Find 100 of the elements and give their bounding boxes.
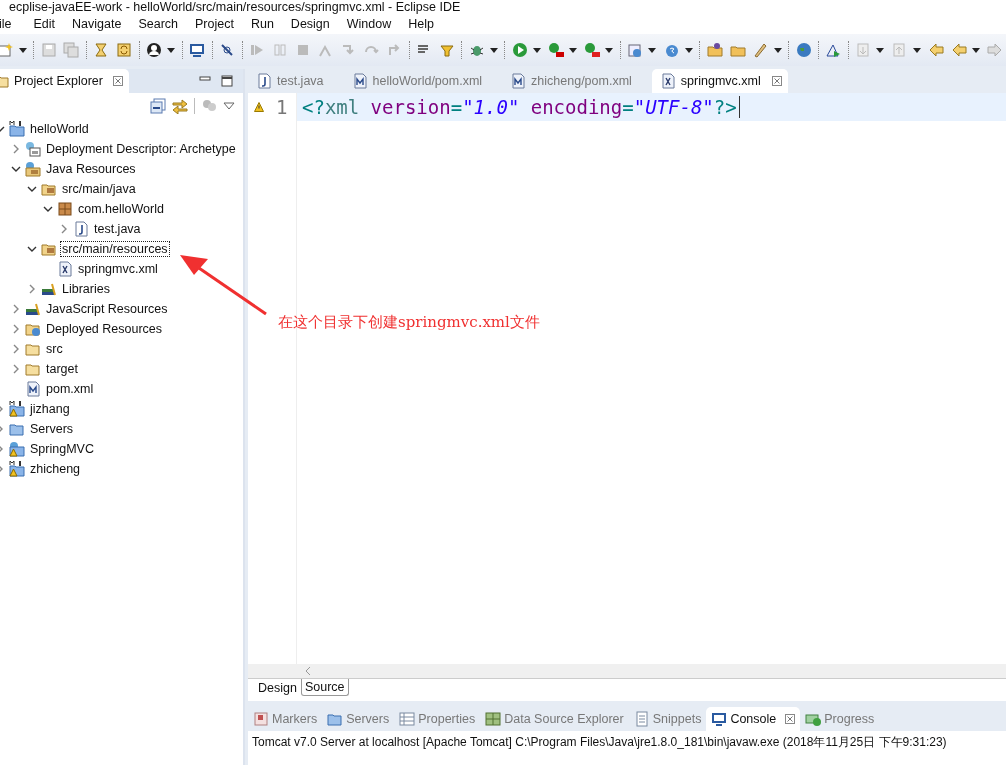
caret-icon[interactable] xyxy=(605,47,614,53)
editor-tab[interactable]: test.java xyxy=(248,69,344,93)
caret-icon[interactable] xyxy=(648,47,657,53)
collapsed-chevron-icon[interactable] xyxy=(11,144,21,154)
maximize-icon[interactable] xyxy=(221,75,233,87)
menu-item[interactable]: Navigate xyxy=(72,17,130,31)
expanded-chevron-icon[interactable] xyxy=(27,184,37,194)
java-file-icon xyxy=(73,221,89,237)
menu-item[interactable]: Project xyxy=(195,17,242,31)
tree-item[interactable]: Servers xyxy=(28,421,76,437)
menu-item[interactable]: Design xyxy=(290,17,338,31)
run-tool-icon[interactable] xyxy=(584,42,601,58)
tree-item[interactable]: src/main/resources xyxy=(60,241,170,257)
view-menu-icon[interactable] xyxy=(223,102,235,110)
tree-item[interactable]: Deployed Resources xyxy=(44,321,165,337)
tree-item[interactable]: Deployment Descriptor: Archetype xyxy=(44,141,238,157)
tree-item[interactable]: target xyxy=(44,361,80,377)
close-icon[interactable] xyxy=(771,76,782,86)
menu-item[interactable]: ile xyxy=(0,17,20,31)
collapsed-chevron-icon[interactable] xyxy=(11,344,21,354)
mode-tab[interactable]: Design xyxy=(254,679,301,697)
markers-icon xyxy=(253,711,269,727)
descriptor-icon xyxy=(25,141,41,157)
maven-file-icon xyxy=(25,381,41,397)
expanded-chevron-icon[interactable] xyxy=(11,164,21,174)
tree-item[interactable]: helloWorld xyxy=(28,121,91,137)
filter-icon[interactable] xyxy=(438,42,455,58)
tree-item[interactable]: src xyxy=(44,341,65,357)
menu-item[interactable]: Edit xyxy=(33,17,64,31)
globe-icon[interactable] xyxy=(795,42,812,58)
caret-icon[interactable] xyxy=(18,47,27,53)
scroll-left-icon[interactable] xyxy=(304,666,312,676)
tree-item[interactable]: Libraries xyxy=(60,281,112,297)
view-tab[interactable]: Data Source Explorer xyxy=(480,707,629,731)
servers-folder-icon xyxy=(9,421,25,437)
close-icon[interactable] xyxy=(785,714,796,724)
caret-icon[interactable] xyxy=(773,47,782,53)
view-tab[interactable]: Properties xyxy=(394,707,481,731)
run-icon[interactable] xyxy=(511,42,528,58)
view-tab[interactable]: Project Explorer xyxy=(0,69,129,93)
person-icon[interactable] xyxy=(146,42,163,58)
caret-icon[interactable] xyxy=(569,47,578,53)
tree-item[interactable]: SpringMVC xyxy=(28,441,96,457)
collapse-all-icon[interactable] xyxy=(150,98,166,114)
link-icon[interactable] xyxy=(172,98,188,114)
collapsed-chevron-icon[interactable] xyxy=(11,304,21,314)
close-icon[interactable] xyxy=(112,76,123,86)
view-tab[interactable]: Markers xyxy=(248,707,323,731)
caret-icon[interactable] xyxy=(684,47,693,53)
console-icon xyxy=(711,711,728,727)
package-folder-icon xyxy=(41,181,57,197)
monitor-icon[interactable] xyxy=(189,42,206,58)
caret-icon[interactable] xyxy=(532,47,541,53)
collapsed-chevron-icon[interactable] xyxy=(27,284,37,294)
tree-item[interactable]: jizhang xyxy=(28,401,72,417)
database-icon xyxy=(485,711,502,727)
tree-item[interactable]: pom.xml xyxy=(44,381,96,397)
resources-folder-icon xyxy=(25,161,41,177)
forward-icon[interactable] xyxy=(986,42,1003,58)
mode-tab[interactable]: Source xyxy=(300,679,349,696)
tree-item[interactable]: zhicheng xyxy=(28,461,83,477)
snippets-icon xyxy=(633,711,650,727)
editor-tab[interactable]: helloWorld/pom.xml xyxy=(343,69,503,93)
view-tab[interactable]: Servers xyxy=(322,707,395,731)
menu-item[interactable]: Search xyxy=(138,17,186,31)
open-folder-icon[interactable] xyxy=(706,42,723,58)
caret-icon[interactable] xyxy=(876,47,885,53)
caret-icon[interactable] xyxy=(971,47,980,53)
expanded-chevron-icon[interactable] xyxy=(43,204,53,214)
caret-icon[interactable] xyxy=(167,47,176,53)
tree-item[interactable]: Java Resources xyxy=(44,161,138,177)
tree-item[interactable]: com.helloWorld xyxy=(76,201,166,217)
editor-tab[interactable]: springmvc.xml xyxy=(651,69,788,93)
run-config-icon[interactable] xyxy=(548,42,564,58)
tree-item[interactable]: test.java xyxy=(92,221,143,237)
last-edit-icon[interactable] xyxy=(927,42,944,58)
collapsed-chevron-icon[interactable] xyxy=(59,224,69,234)
back-icon[interactable] xyxy=(950,42,967,58)
brush-icon[interactable] xyxy=(752,42,769,58)
hourglass-icon[interactable] xyxy=(93,42,110,58)
menu-item[interactable]: Window xyxy=(346,17,400,31)
caret-icon[interactable] xyxy=(489,47,498,53)
folder-icon xyxy=(25,341,41,357)
console-output: Tomcat v7.0 Server at localhost [Apache Tomcat] C:\Program Files\Java\jre1.8.0_181\bin\javaw.exe (2018年11月25日 下午9:31:23) xyxy=(251,734,948,751)
tree-item[interactable]: src/main/java xyxy=(60,181,138,197)
collapsed-chevron-icon[interactable] xyxy=(11,364,21,374)
line-number: 1 xyxy=(276,96,288,118)
menu-item[interactable]: Help xyxy=(408,17,442,31)
tree-item[interactable]: springmvc.xml xyxy=(76,261,160,277)
sync-icon[interactable] xyxy=(116,42,133,58)
caret-icon[interactable] xyxy=(912,47,921,53)
view-tab[interactable]: Progress xyxy=(800,707,880,731)
tree-item[interactable]: JavaScript Resources xyxy=(44,301,170,317)
menu-item[interactable]: Run xyxy=(250,17,282,31)
collapsed-chevron-icon[interactable] xyxy=(11,324,21,334)
view-tab[interactable]: Console xyxy=(706,707,801,731)
triangle-run-icon[interactable] xyxy=(825,42,842,58)
view-tab[interactable]: Snippets xyxy=(628,707,707,731)
expanded-chevron-icon[interactable] xyxy=(27,244,37,254)
editor-tab[interactable]: zhicheng/pom.xml xyxy=(502,69,652,93)
